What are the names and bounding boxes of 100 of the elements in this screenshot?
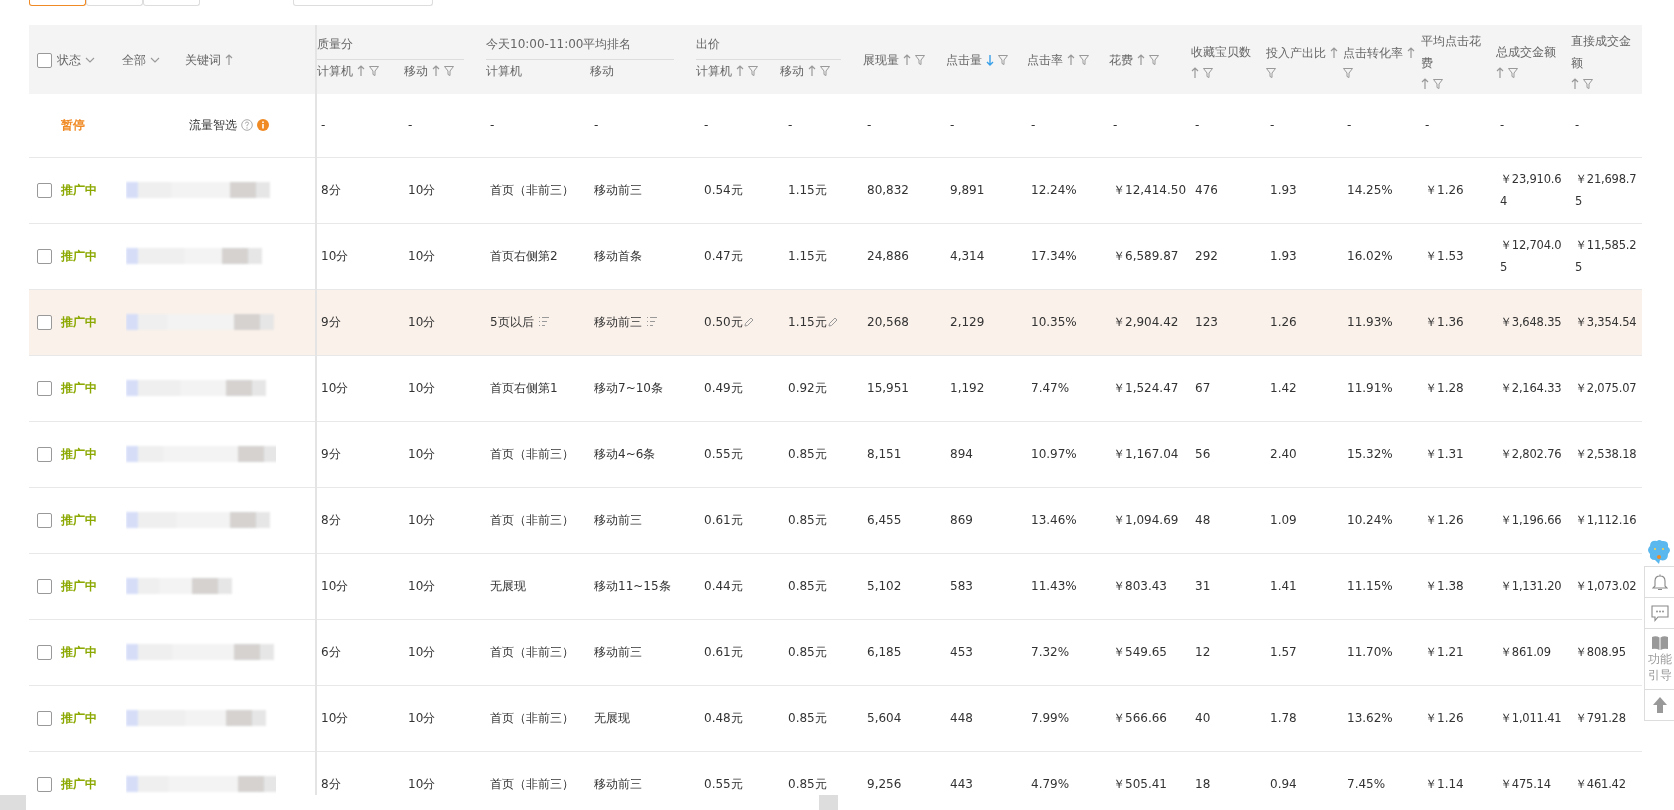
- sort-up-icon[interactable]: [903, 53, 911, 66]
- status-text: 推广中: [61, 249, 97, 263]
- table-cell: 15,951: [867, 381, 909, 395]
- table-cell: 5,102: [867, 579, 902, 593]
- table-cell: ￥566.66: [1113, 711, 1167, 725]
- filter-icon[interactable]: [820, 66, 830, 76]
- input-field[interactable]: [293, 0, 433, 6]
- checkbox[interactable]: [37, 513, 52, 528]
- sort-up-icon[interactable]: [1496, 66, 1504, 79]
- bell-icon[interactable]: [1651, 573, 1668, 591]
- filter-icon[interactable]: [1343, 67, 1353, 78]
- checkbox[interactable]: [37, 52, 52, 68]
- table-cell: 4.79%: [1031, 777, 1070, 791]
- group-header: 出价: [696, 37, 720, 51]
- table-cell: ￥803.43: [1113, 579, 1167, 593]
- checkbox[interactable]: [37, 447, 52, 462]
- filter-icon[interactable]: [444, 66, 454, 76]
- table-cell-text: 1.15元: [788, 314, 827, 331]
- info-icon[interactable]: [257, 119, 269, 132]
- checkbox[interactable]: [37, 777, 52, 792]
- checkbox[interactable]: [37, 645, 52, 660]
- table-cell: ￥2,075.07: [1575, 381, 1637, 395]
- pencil-icon[interactable]: [827, 317, 838, 327]
- table-cell: 10.24%: [1347, 513, 1393, 527]
- checkbox[interactable]: [37, 579, 52, 594]
- table-cell: -: [408, 118, 413, 133]
- table-cell: ￥1.53: [1425, 249, 1464, 263]
- checkbox[interactable]: [37, 381, 52, 396]
- filter-icon[interactable]: [1149, 54, 1159, 65]
- table-cell: 10分: [321, 579, 349, 593]
- filter-icon[interactable]: [1079, 54, 1089, 65]
- help-icon[interactable]: [241, 119, 253, 132]
- status-text: 推广中: [61, 711, 97, 725]
- status-text: 推广中: [61, 183, 97, 197]
- table-cell: ￥3,354.54: [1575, 315, 1637, 329]
- table-cell: ￥1.26: [1425, 711, 1464, 725]
- sort-up-icon[interactable]: [357, 65, 365, 77]
- status-text: 暂停: [61, 118, 85, 133]
- table-cell: 10分: [408, 711, 436, 725]
- list-icon[interactable]: [646, 316, 658, 328]
- chat-icon[interactable]: [1650, 604, 1669, 622]
- table-cell: 移动前三: [594, 513, 642, 527]
- table-cell: 13.46%: [1031, 513, 1077, 527]
- column-header[interactable]: 关键词: [185, 48, 233, 71]
- pencil-icon[interactable]: [743, 317, 754, 327]
- table-cell: 无展现: [594, 711, 630, 725]
- filter-icon[interactable]: [369, 66, 379, 76]
- list-icon[interactable]: [537, 316, 550, 328]
- table-cell: 首页右侧第2: [490, 249, 558, 263]
- filter-icon[interactable]: [1508, 67, 1518, 78]
- table-cell: 10分: [408, 777, 436, 791]
- sort-up-icon[interactable]: [1330, 46, 1338, 59]
- sort-up-icon[interactable]: [1067, 53, 1075, 66]
- checkbox[interactable]: [37, 183, 52, 198]
- caret-icon[interactable]: [150, 56, 160, 63]
- filter-icon[interactable]: [748, 66, 758, 76]
- table-cell: 1.15元: [788, 249, 827, 263]
- table-cell: 6分: [321, 645, 341, 659]
- caret-icon[interactable]: [85, 56, 95, 63]
- sort-up-icon[interactable]: [1421, 77, 1429, 90]
- sort-up-icon[interactable]: [432, 65, 440, 77]
- table-cell: 移动前三: [594, 183, 642, 197]
- table-cell: ￥461.42: [1575, 777, 1626, 791]
- sort-up-icon[interactable]: [225, 53, 233, 66]
- filter-icon[interactable]: [1203, 67, 1213, 78]
- table-cell: 4,314: [950, 249, 985, 263]
- table-cell: 20,568: [867, 315, 909, 329]
- table-cell: 6,455: [867, 513, 902, 527]
- sort-down-icon[interactable]: [986, 53, 994, 66]
- table-cell: 首页（非前三）: [490, 777, 574, 791]
- sort-up-icon[interactable]: [808, 65, 816, 77]
- sort-up-icon[interactable]: [1191, 66, 1199, 79]
- table-cell: 11.43%: [1031, 579, 1077, 593]
- tab[interactable]: [29, 0, 86, 6]
- checkbox[interactable]: [37, 315, 52, 330]
- sort-up-icon[interactable]: [1571, 77, 1579, 90]
- sort-up-icon[interactable]: [1407, 46, 1415, 59]
- arrow-up-icon[interactable]: [1651, 696, 1668, 714]
- table-cell: 10分: [408, 315, 436, 329]
- table-cell: 0.44元: [704, 579, 743, 593]
- table-cell: 0.47元: [704, 249, 743, 263]
- mascot-icon[interactable]: [1646, 538, 1672, 566]
- table-cell: 0.85元: [788, 645, 827, 659]
- sort-up-icon[interactable]: [736, 65, 744, 77]
- table-cell: 0.54元: [704, 183, 743, 197]
- table-cell: 移动11~15条: [594, 579, 671, 593]
- table-cell: 0.85元: [788, 711, 827, 725]
- table-cell: ￥11,585.25: [1575, 238, 1637, 274]
- sort-up-icon[interactable]: [1137, 53, 1145, 66]
- column-header[interactable]: 状态: [57, 48, 95, 71]
- checkbox[interactable]: [37, 249, 52, 264]
- table-cell: 首页右侧第1: [490, 381, 558, 395]
- filter-icon[interactable]: [1266, 67, 1276, 78]
- filter-icon[interactable]: [1583, 78, 1593, 89]
- filter-icon[interactable]: [1433, 78, 1443, 89]
- table-cell: 0.85元: [788, 579, 827, 593]
- table-cell: 0.48元: [704, 711, 743, 725]
- filter-icon[interactable]: [915, 54, 925, 65]
- filter-icon[interactable]: [998, 54, 1008, 65]
- checkbox[interactable]: [37, 711, 52, 726]
